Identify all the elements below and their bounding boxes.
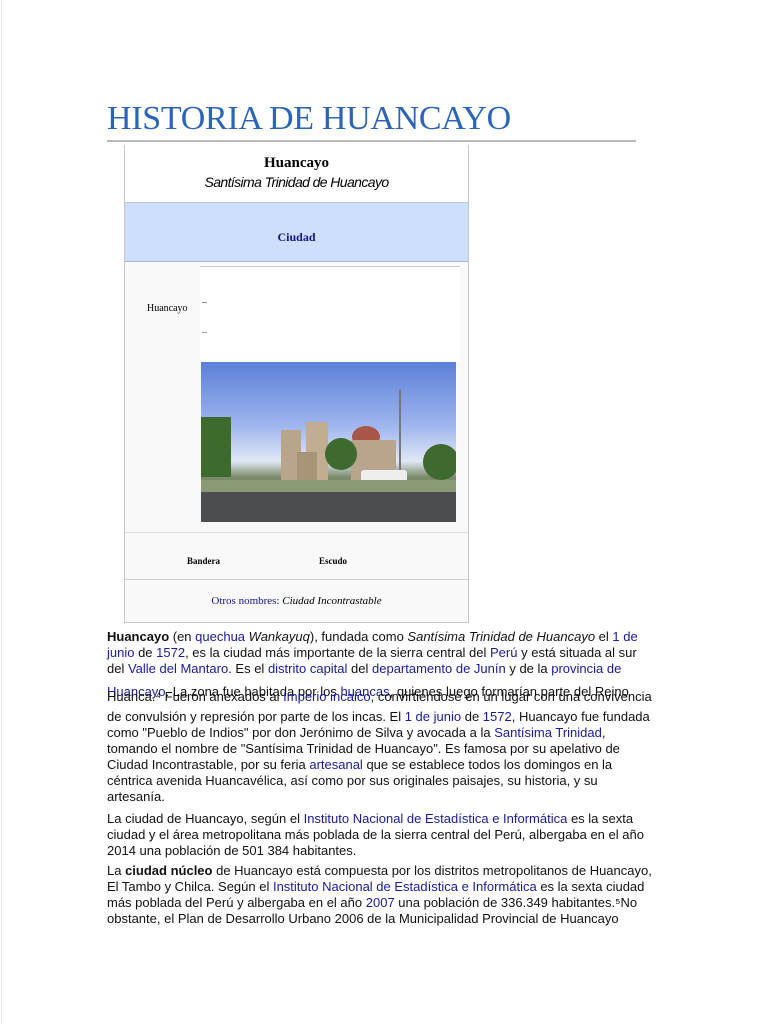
article-link[interactable]: Perú (490, 645, 517, 660)
text-line: de convulsión y represión por parte de l… (107, 709, 650, 725)
article-link[interactable]: quechua (195, 629, 245, 644)
article-link[interactable]: Instituto Nacional de Estadística e Info… (273, 879, 537, 894)
text-line: del Valle del Mantaro. Es el distrito ca… (107, 661, 621, 677)
infobox-image-label: Huancayo (147, 303, 188, 314)
text-line: La ciudad de Huancayo, según el Institut… (107, 811, 633, 827)
text-run: ), fundada como (309, 629, 408, 644)
flag-shield-row: Bandera Escudo (125, 532, 468, 580)
text-run: La (107, 863, 126, 878)
text-line: como "Pueblo de Indios" por don Jerónimo… (107, 725, 605, 741)
text-run: tomando el nombre de "Santísima Trinidad… (107, 741, 620, 756)
text-line: La ciudad núcleo de Huancayo está compue… (107, 863, 652, 879)
article-link[interactable]: Valle del Mantaro (128, 661, 228, 676)
text-run: es la sexta (567, 811, 634, 826)
page-edge (1, 0, 2, 1024)
text-run: , (601, 725, 606, 740)
article-link[interactable]: junio (107, 645, 134, 660)
text-run: es la sexta ciudad (536, 879, 645, 894)
text-line: obstante, el Plan de Desarrollo Urbano 2… (107, 911, 619, 927)
italic-text: Santísima Trinidad de Huancayo (407, 629, 596, 644)
text-run: y de la (505, 661, 552, 676)
text-run: No (620, 895, 638, 910)
text-run: del (107, 661, 128, 676)
text-run: El Tambo y Chilca. Según el (107, 879, 273, 894)
shield-label: Escudo (319, 556, 348, 566)
text-line: más poblada del Perú y albergaba en el a… (107, 895, 637, 911)
infobox-image-placeholder (200, 266, 460, 362)
infobox-header: Huancayo Santísima Trinidad de Huancayo (125, 145, 468, 203)
italic-text: Wankayuq (248, 629, 310, 644)
flag-label: Bandera (187, 556, 221, 566)
other-names-key: Otros nombres: (211, 595, 280, 607)
article-link[interactable]: 1572 (156, 645, 185, 660)
text-run: céntrica avenida Huancavélica, así como … (107, 773, 598, 788)
text-run: ciudad y el área metropolitana más pobla… (107, 827, 644, 842)
article-link[interactable]: provincia de (551, 661, 621, 676)
title-rule (107, 140, 636, 142)
text-run: como "Pueblo de Indios" por don Jerónimo… (107, 725, 495, 740)
text-line: ciudad y el área metropolitana más pobla… (107, 827, 644, 843)
text-run: (en (169, 629, 196, 644)
text-line: tomando el nombre de "Santísima Trinidad… (107, 741, 620, 757)
text-run: el (595, 629, 613, 644)
infobox-title: Huancayo (263, 155, 329, 171)
text-line: junio de 1572, es la ciudad más importan… (107, 645, 637, 661)
text-line: Huancayo (en quechua Wankayuq), fundada … (107, 629, 638, 645)
text-line: artesanía. (107, 789, 165, 805)
article-link[interactable]: distrito capital (268, 661, 347, 676)
text-run: , convirtiéndose en un lugar con una con… (370, 689, 652, 704)
text-run: que se establece todos los domingos en l… (362, 757, 613, 772)
text-run: más poblada del Perú y albergaba en el a… (107, 895, 366, 910)
cathedral-image (201, 390, 456, 522)
text-run: de (461, 709, 483, 724)
article-link[interactable]: 1572 (483, 709, 512, 724)
infobox-type[interactable]: Ciudad (125, 230, 468, 245)
article-link[interactable]: Imperio incaico (283, 689, 370, 704)
text-line: Ciudad Incontrastable, por su feria arte… (107, 757, 612, 773)
text-run: 2014 una población de 501 384 habitantes… (107, 843, 357, 858)
page-title: HISTORIA DE HUANCAYO (107, 100, 511, 137)
article-link[interactable]: 1 de (612, 629, 637, 644)
article-link[interactable]: 2007 (366, 895, 395, 910)
text-run: de convulsión y represión por parte de l… (107, 709, 405, 724)
text-run: de Huancayo está compuesta por los distr… (212, 863, 652, 878)
bold-text: Huancayo (107, 629, 170, 644)
text-run: una población de 336.349 habitantes. (394, 895, 616, 910)
infobox-subtitle: Santísima Trinidad de Huancayo (204, 174, 389, 190)
infobox-type-band: Ciudad (125, 203, 468, 262)
text-run: La ciudad de Huancayo, según el (107, 811, 304, 826)
text-line: céntrica avenida Huancavélica, así como … (107, 773, 598, 789)
other-names-value: Ciudad Incontrastable (282, 595, 382, 607)
text-line: Huanca.⁴ Fueron anexados al Imperio inca… (107, 689, 652, 705)
text-line: El Tambo y Chilca. Según el Instituto Na… (107, 879, 644, 895)
text-run: y está situada al sur (517, 645, 637, 660)
article-link[interactable]: 1 de junio (405, 709, 461, 724)
article-link[interactable]: departamento de Junín (372, 661, 506, 676)
text-run: del (347, 661, 372, 676)
article-link[interactable]: Instituto Nacional de Estadística e Info… (304, 811, 568, 826)
text-line: 2014 una población de 501 384 habitantes… (107, 843, 356, 859)
infobox: Huancayo Santísima Trinidad de Huancayo … (124, 145, 469, 623)
text-run: Fueron anexados al (161, 689, 284, 704)
text-run: , es la ciudad más importante de la sier… (185, 645, 491, 660)
text-run: artesanía. (107, 789, 165, 804)
text-run: . Es el (228, 661, 268, 676)
article-link[interactable]: artesanal (309, 757, 362, 772)
text-run: Huanca. (107, 689, 156, 704)
text-run: , Huancayo fue fundada (511, 709, 650, 724)
city-photo[interactable] (201, 362, 456, 522)
text-run: Ciudad Incontrastable, por su feria (107, 757, 310, 772)
bold-text: ciudad núcleo (125, 863, 213, 878)
article-link[interactable]: Santísima Trinidad (494, 725, 602, 740)
text-run: de (134, 645, 157, 660)
other-names: Otros nombres: Ciudad Incontrastable (125, 595, 468, 607)
text-run: obstante, el Plan de Desarrollo Urbano 2… (107, 911, 619, 926)
